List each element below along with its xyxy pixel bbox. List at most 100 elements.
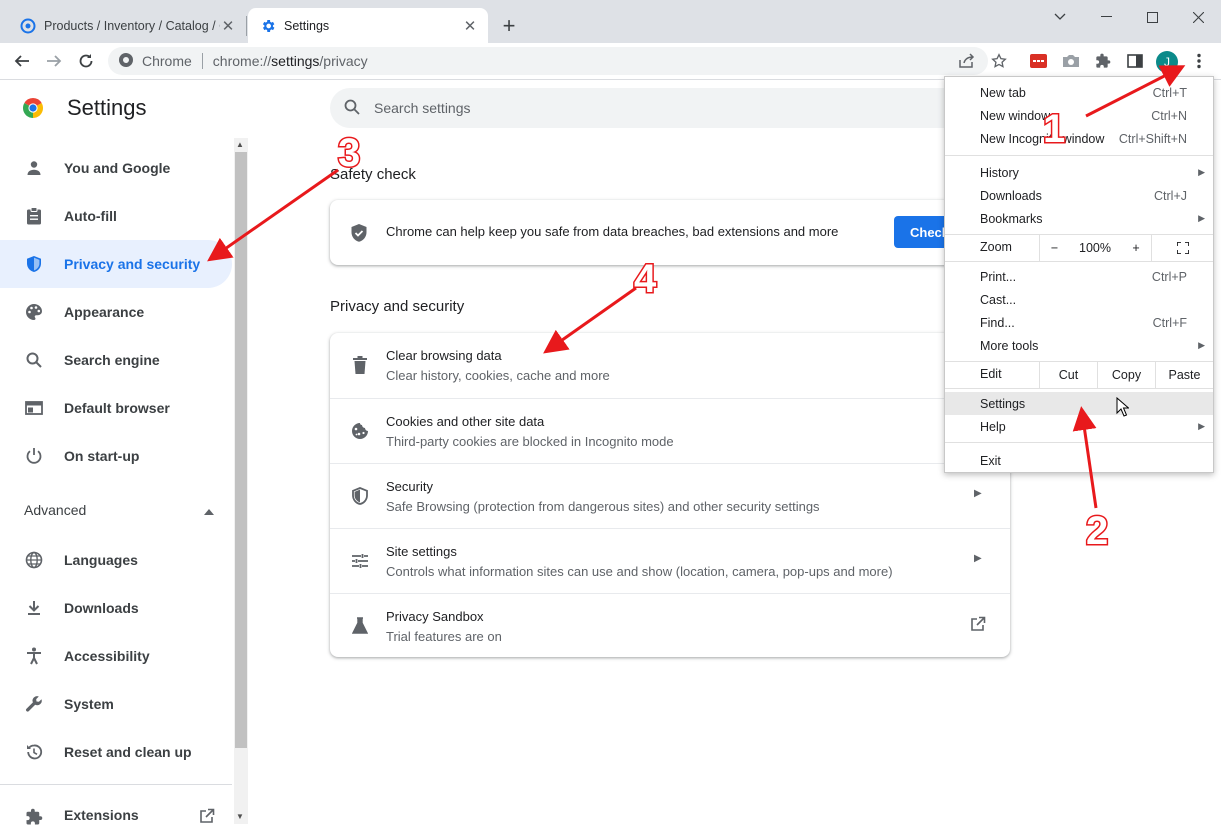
open-in-new-icon[interactable] bbox=[970, 616, 986, 635]
extension-red-icon[interactable] bbox=[1027, 49, 1051, 73]
sidebar-item-privacy-and-security[interactable]: Privacy and security bbox=[0, 240, 232, 288]
security-row[interactable]: Security Safe Browsing (protection from … bbox=[330, 463, 1010, 528]
new-tab-button[interactable]: + bbox=[498, 13, 520, 38]
zoom-in-button[interactable]: + bbox=[1121, 235, 1151, 261]
chevron-right-icon: ▶ bbox=[974, 488, 982, 499]
sidebar-item-search-engine[interactable]: Search engine bbox=[0, 336, 232, 384]
sidebar-item-label: On start-up bbox=[64, 448, 140, 464]
profile-avatar[interactable]: J bbox=[1156, 51, 1178, 73]
person-icon bbox=[24, 158, 44, 178]
forward-arrow-icon[interactable] bbox=[42, 49, 66, 73]
privacy-sandbox-row[interactable]: Privacy Sandbox Trial features are on bbox=[330, 593, 1010, 658]
sidebar-item-label: Downloads bbox=[64, 600, 139, 616]
shield-icon bbox=[350, 486, 370, 506]
close-tab-icon[interactable]: ✕ bbox=[462, 18, 478, 35]
history-icon bbox=[24, 742, 44, 762]
address-bar[interactable]: Chrome chrome://settings/privacy bbox=[108, 47, 988, 75]
menu-item-downloads[interactable]: Downloads Ctrl+J bbox=[945, 184, 1213, 207]
shield-check-icon bbox=[350, 223, 368, 246]
sidebar-item-appearance[interactable]: Appearance bbox=[0, 288, 232, 336]
menu-item-history[interactable]: History ▶ bbox=[945, 161, 1213, 184]
submenu-arrow-icon: ▶ bbox=[1198, 340, 1205, 350]
sidebar-item-downloads[interactable]: Downloads bbox=[0, 584, 232, 632]
row-title: Site settings bbox=[386, 544, 457, 559]
sidebar-item-extensions[interactable]: Extensions bbox=[0, 792, 232, 840]
url-text: chrome://settings/privacy bbox=[212, 53, 368, 69]
download-icon bbox=[24, 598, 44, 618]
chrome-site-icon bbox=[118, 52, 134, 71]
sidebar-item-label: Extensions bbox=[64, 807, 139, 823]
scroll-down-arrow-icon[interactable]: ▼ bbox=[236, 812, 244, 821]
menu-item-more-tools[interactable]: More tools ▶ bbox=[945, 334, 1213, 357]
reload-icon[interactable] bbox=[74, 49, 98, 73]
sidebar-item-system[interactable]: System bbox=[0, 680, 232, 728]
safety-check-heading: Safety check bbox=[330, 166, 416, 183]
globe-icon bbox=[24, 550, 44, 570]
menu-item-new-window[interactable]: New window Ctrl+N bbox=[945, 104, 1213, 127]
menu-item-settings[interactable]: Settings bbox=[945, 392, 1213, 415]
minimize-icon[interactable] bbox=[1083, 6, 1129, 28]
camera-icon[interactable] bbox=[1059, 49, 1083, 73]
clear-browsing-data-row[interactable]: Clear browsing data Clear history, cooki… bbox=[330, 333, 1010, 398]
row-title: Clear browsing data bbox=[386, 348, 502, 363]
zoom-out-button[interactable]: − bbox=[1039, 235, 1069, 261]
row-subtitle: Controls what information sites can use … bbox=[386, 564, 893, 579]
tab-products[interactable]: Products / Inventory / Catalog / C ✕ bbox=[8, 8, 246, 43]
search-icon bbox=[344, 99, 360, 118]
copy-button[interactable]: Copy bbox=[1097, 362, 1155, 388]
menu-separator bbox=[945, 442, 1213, 443]
menu-item-print[interactable]: Print... Ctrl+P bbox=[945, 265, 1213, 288]
side-panel-icon[interactable] bbox=[1123, 49, 1147, 73]
privacy-card: Clear browsing data Clear history, cooki… bbox=[330, 333, 1010, 657]
row-title: Security bbox=[386, 479, 433, 494]
menu-item-bookmarks[interactable]: Bookmarks ▶ bbox=[945, 207, 1213, 230]
sidebar-item-on-start-up[interactable]: On start-up bbox=[0, 432, 232, 480]
cut-button[interactable]: Cut bbox=[1039, 362, 1097, 388]
menu-item-new-incognito-window[interactable]: New Incognito window Ctrl+Shift+N bbox=[945, 127, 1213, 150]
sidebar-item-label: Privacy and security bbox=[64, 256, 201, 272]
submenu-arrow-icon: ▶ bbox=[1198, 167, 1205, 177]
menu-separator bbox=[945, 388, 1213, 389]
maximize-icon[interactable] bbox=[1129, 6, 1175, 28]
caret-up-icon bbox=[204, 502, 214, 518]
sidebar-item-accessibility[interactable]: Accessibility bbox=[0, 632, 232, 680]
sidebar-scrollbar-thumb[interactable] bbox=[235, 152, 247, 748]
menu-item-new-tab[interactable]: New tab Ctrl+T bbox=[945, 81, 1213, 104]
power-icon bbox=[24, 446, 44, 466]
row-subtitle: Safe Browsing (protection from dangerous… bbox=[386, 499, 820, 514]
tab-search-chevron-icon[interactable] bbox=[1037, 6, 1083, 28]
close-window-icon[interactable] bbox=[1175, 6, 1221, 28]
menu-zoom-row: Zoom − 100% + bbox=[945, 235, 1213, 261]
close-tab-icon[interactable]: ✕ bbox=[220, 18, 236, 35]
fullscreen-icon[interactable] bbox=[1151, 235, 1213, 261]
edit-label: Edit bbox=[980, 367, 1002, 381]
menu-item-cast[interactable]: Cast... bbox=[945, 288, 1213, 311]
menu-item-find[interactable]: Find... Ctrl+F bbox=[945, 311, 1213, 334]
search-settings-input[interactable]: Search settings bbox=[330, 88, 980, 128]
sidebar-item-autofill[interactable]: Auto-fill bbox=[0, 192, 232, 240]
back-arrow-icon[interactable] bbox=[10, 49, 34, 73]
sidebar-item-you-and-google[interactable]: You and Google bbox=[0, 144, 232, 192]
share-icon[interactable] bbox=[955, 49, 979, 73]
chrome-menu-icon[interactable] bbox=[1187, 49, 1211, 73]
cookie-icon bbox=[350, 421, 370, 441]
row-subtitle: Third-party cookies are blocked in Incog… bbox=[386, 434, 674, 449]
advanced-section-toggle[interactable]: Advanced bbox=[24, 502, 214, 518]
sidebar-item-default-browser[interactable]: Default browser bbox=[0, 384, 232, 432]
shield-icon bbox=[24, 254, 44, 274]
site-settings-row[interactable]: Site settings Controls what information … bbox=[330, 528, 1010, 593]
bookmark-star-icon[interactable] bbox=[987, 49, 1011, 73]
tab-title: Settings bbox=[284, 18, 330, 33]
sidebar-item-languages[interactable]: Languages bbox=[0, 536, 232, 584]
menu-item-exit[interactable]: Exit bbox=[945, 449, 1213, 472]
row-subtitle: Clear history, cookies, cache and more bbox=[386, 368, 610, 383]
menu-item-help[interactable]: Help ▶ bbox=[945, 415, 1213, 438]
tab-settings[interactable]: Settings ✕ bbox=[248, 8, 488, 43]
scroll-up-arrow-icon[interactable]: ▲ bbox=[236, 140, 244, 149]
zoom-level: 100% bbox=[1079, 241, 1111, 255]
mouse-cursor-icon bbox=[1116, 396, 1130, 420]
sidebar-item-reset-and-clean-up[interactable]: Reset and clean up bbox=[0, 728, 232, 776]
cookies-row[interactable]: Cookies and other site data Third-party … bbox=[330, 398, 1010, 463]
paste-button[interactable]: Paste bbox=[1155, 362, 1213, 388]
extensions-puzzle-icon[interactable] bbox=[1091, 49, 1115, 73]
